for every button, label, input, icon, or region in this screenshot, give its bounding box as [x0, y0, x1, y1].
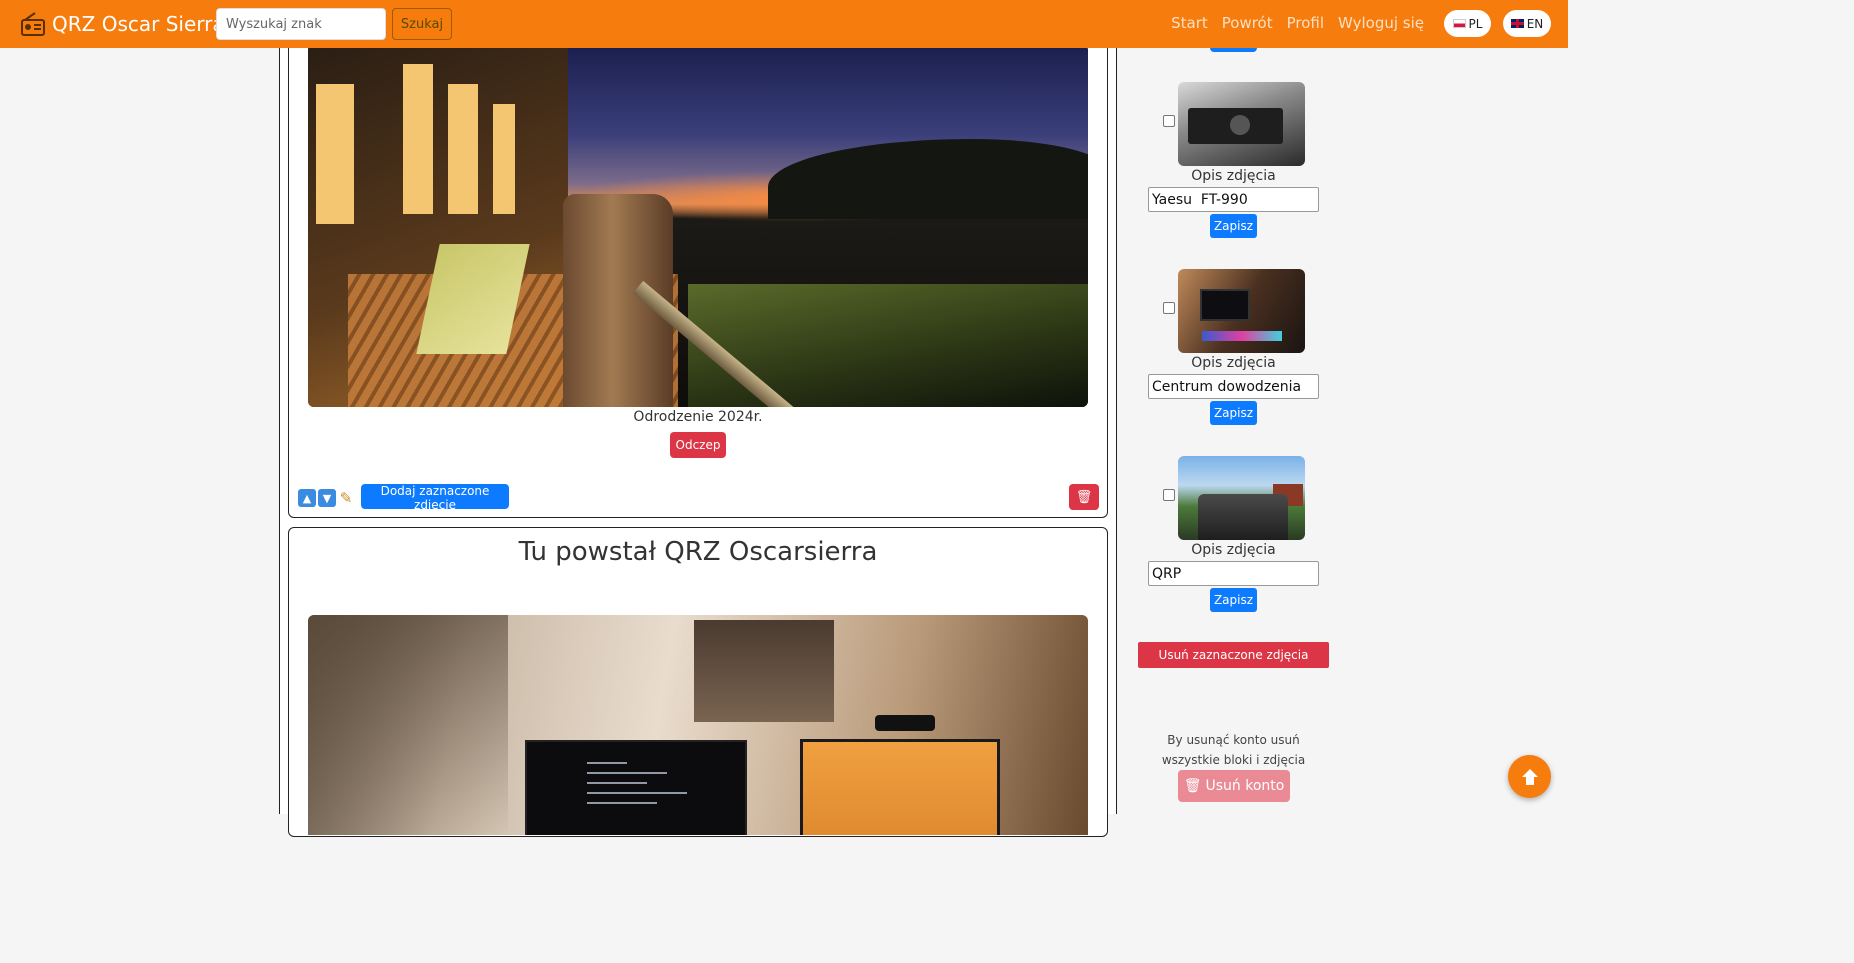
delete-block-button[interactable]: 🗑 — [1069, 484, 1099, 510]
photo-checkbox-3[interactable] — [1163, 489, 1175, 501]
delete-selected-photos-button[interactable]: Usuń zaznaczone zdjęcia — [1138, 642, 1329, 668]
poland-flag-icon — [1452, 19, 1466, 28]
save-button-3[interactable]: Zapisz — [1210, 588, 1257, 612]
photo-checkbox-1[interactable] — [1163, 115, 1175, 127]
photo-description-input-2[interactable] — [1148, 374, 1319, 399]
detach-button[interactable]: Odczep — [670, 432, 726, 458]
save-button-2[interactable]: Zapisz — [1210, 401, 1257, 425]
search-button[interactable]: Szukaj — [392, 8, 452, 40]
lang-en-button[interactable]: EN — [1503, 10, 1551, 37]
trash-icon: 🗑 — [1183, 778, 1202, 794]
photo-checkbox-2[interactable] — [1163, 302, 1175, 314]
navbar: QRZ Oscar Sierra Szukaj Start Powrót Pro… — [0, 0, 1568, 48]
lang-pl-label: PL — [1468, 16, 1483, 31]
block-photo-1 — [308, 44, 1088, 407]
lang-pl-button[interactable]: PL — [1444, 10, 1491, 37]
uk-flag-icon — [1510, 19, 1524, 28]
photo-thumbnail-2 — [1178, 269, 1305, 353]
nav-links: Start Powrót Profil Wyloguj się — [1171, 14, 1424, 32]
nav-logout[interactable]: Wyloguj się — [1338, 14, 1424, 32]
delete-account-button[interactable]: 🗑 Usuń konto — [1178, 770, 1290, 802]
block-photo-2 — [308, 615, 1088, 835]
photo-description-input-3[interactable] — [1148, 561, 1319, 586]
scroll-to-top-button[interactable] — [1508, 755, 1551, 798]
photo-caption: Odrodzenie 2024r. — [633, 409, 763, 425]
photo-description-input-1[interactable] — [1148, 187, 1319, 212]
photo-thumbnail-3 — [1178, 456, 1305, 540]
block-title: Tu powstał QRZ Oscarsierra — [518, 537, 878, 567]
lang-en-label: EN — [1526, 16, 1544, 31]
add-selected-photo-button[interactable]: Dodaj zaznaczone zdjęcie — [361, 484, 509, 512]
arrow-up-icon — [1521, 768, 1538, 785]
brand-link[interactable]: QRZ Oscar Sierra — [20, 8, 225, 40]
brand-text: QRZ Oscar Sierra — [52, 12, 225, 36]
save-button-1[interactable]: Zapisz — [1210, 214, 1257, 238]
pencil-icon[interactable]: ✎ — [337, 489, 355, 507]
trash-icon: 🗑 — [1075, 489, 1093, 504]
photo-thumbnail-1 — [1178, 82, 1305, 166]
delete-account-label: Usuń konto — [1205, 778, 1285, 794]
arrow-up-icon[interactable]: ▲ — [298, 489, 316, 507]
photo-description-label: Opis zdjęcia — [1191, 355, 1276, 371]
arrow-down-icon[interactable]: ▼ — [318, 489, 336, 507]
photo-description-label: Opis zdjęcia — [1191, 542, 1276, 558]
nav-profile[interactable]: Profil — [1287, 14, 1324, 32]
delete-account-note: By usunąć konto usuń wszystkie bloki i z… — [1161, 733, 1306, 767]
nav-start[interactable]: Start — [1171, 14, 1208, 32]
nav-back[interactable]: Powrót — [1222, 14, 1273, 32]
search-input[interactable] — [216, 8, 386, 40]
radio-icon — [21, 12, 45, 36]
photo-description-label: Opis zdjęcia — [1191, 168, 1276, 184]
